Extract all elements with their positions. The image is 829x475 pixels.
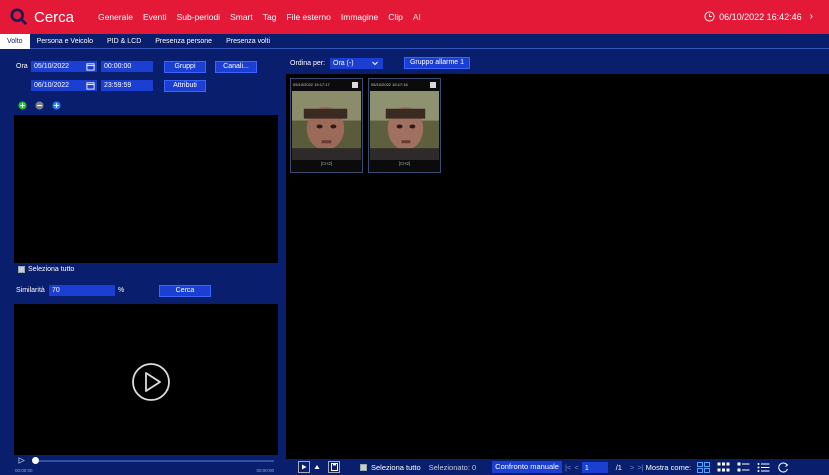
result-thumbnail[interactable]: 05/10/2022 15:17:16 [CH2] — [368, 78, 441, 173]
similarity-label: Similarità — [16, 287, 45, 294]
similarity-input[interactable]: 70 — [49, 285, 115, 296]
calendar-icon[interactable] — [86, 81, 95, 90]
results-footer: Seleziona tutto Selezionato: 0 Confronto… — [286, 459, 829, 475]
manual-compare-button[interactable]: Confronto manuale — [492, 461, 562, 473]
first-page-icon[interactable]: |< — [565, 463, 571, 472]
page-total: /1 — [615, 462, 622, 472]
sub-tabs: Volto Persona e Veicolo PID & LCD Presen… — [0, 33, 829, 49]
thumbnail-channel: [CH2] — [320, 161, 333, 166]
page-input[interactable]: 1 — [581, 461, 608, 473]
backup-button[interactable] — [328, 461, 340, 473]
results-grid: 05/10/2022 15:17:17 [CH2] 05/10/2022 15:… — [286, 74, 829, 459]
detail-list-icon[interactable] — [737, 462, 750, 473]
start-time-field[interactable]: 00:00:00 — [101, 61, 153, 72]
thumbnail-checkbox[interactable] — [352, 82, 358, 88]
ora-label: Ora — [16, 63, 28, 70]
alarm-group-button[interactable]: Gruppo allarme 1 — [404, 57, 470, 69]
more-icon[interactable]: › — [810, 11, 813, 22]
timeline-start: 00:00:00 — [15, 468, 33, 473]
thumbnail-checkbox[interactable] — [430, 82, 436, 88]
save-icon — [330, 463, 338, 471]
tab-presenza-persone[interactable]: Presenza persone — [148, 34, 219, 49]
caret-up-icon[interactable] — [314, 464, 320, 470]
grid-small-icon[interactable] — [717, 462, 730, 473]
selected-count: Selezionato: 0 — [428, 462, 477, 472]
menu-sub-periodi[interactable]: Sub-periodi — [177, 12, 220, 22]
import-icon[interactable] — [52, 101, 61, 110]
menu-generale[interactable]: Generale — [98, 12, 133, 22]
menu-immagine[interactable]: Immagine — [341, 12, 378, 22]
play-selected-button[interactable] — [298, 461, 310, 473]
menu-clip[interactable]: Clip — [388, 12, 403, 22]
select-all-label: Seleziona tutto — [28, 266, 75, 273]
face-library-area[interactable] — [14, 115, 278, 263]
play-icon[interactable] — [131, 362, 171, 402]
timeline-handle[interactable] — [32, 457, 39, 464]
datetime-display: 06/10/2022 16:42:46 › — [704, 11, 813, 22]
menu-file-esterno[interactable]: File esterno — [286, 12, 330, 22]
app-title: Cerca — [34, 8, 75, 26]
menu-eventi[interactable]: Eventi — [143, 12, 167, 22]
sort-value: Ora (-) — [333, 60, 354, 67]
sort-select[interactable]: Ora (-) — [330, 58, 383, 69]
face-library-actions — [18, 101, 61, 110]
refresh-icon[interactable] — [777, 462, 790, 473]
view-mode-icons — [697, 461, 790, 473]
add-icon[interactable] — [18, 101, 27, 110]
tab-pid-lcd[interactable]: PID & LCD — [100, 34, 148, 49]
last-page-icon[interactable]: >| — [637, 463, 643, 472]
thumbnail-channel: [CH2] — [398, 161, 411, 166]
menu-ai[interactable]: AI — [413, 12, 421, 22]
menu-tag[interactable]: Tag — [263, 12, 277, 22]
end-time-field[interactable]: 23:59:59 — [101, 80, 153, 91]
top-menu: Generale Eventi Sub-periodi Smart Tag Fi… — [98, 12, 431, 22]
canali-button[interactable]: Canali... — [215, 61, 257, 73]
similarity-unit: % — [118, 287, 125, 294]
top-bar: Cerca Generale Eventi Sub-periodi Smart … — [0, 0, 829, 34]
thumbnail-timestamp: 05/10/2022 15:17:17 — [293, 82, 330, 87]
playback-timeline: 00:00:00 00:00:00 — [14, 456, 278, 475]
tab-persona-veicolo[interactable]: Persona e Veicolo — [30, 34, 100, 49]
grid-large-icon[interactable] — [697, 461, 711, 473]
list-icon[interactable] — [757, 462, 770, 473]
play-small-icon[interactable] — [18, 457, 25, 464]
menu-smart[interactable]: Smart — [230, 12, 253, 22]
calendar-icon[interactable] — [86, 62, 95, 71]
show-as-label: Mostra come: — [645, 462, 692, 472]
clock-icon — [704, 11, 715, 22]
select-all-results-label: Seleziona tutto — [371, 462, 421, 472]
select-all-checkbox[interactable] — [18, 266, 25, 273]
thumbnail-timestamp: 05/10/2022 15:17:16 — [371, 82, 408, 87]
prev-page-icon[interactable]: < — [574, 463, 578, 472]
attributi-button[interactable]: Attributi — [164, 80, 206, 92]
play-icon — [302, 464, 307, 470]
search-button[interactable]: Cerca — [159, 285, 211, 297]
next-page-icon[interactable]: > — [630, 463, 634, 472]
tab-volto[interactable]: Volto — [0, 33, 30, 49]
timeline-end: 00:00:00 — [256, 468, 274, 473]
tab-presenza-volti[interactable]: Presenza volti — [219, 34, 277, 49]
sort-label: Ordina per: — [290, 60, 326, 67]
face-image — [370, 91, 439, 160]
datetime-text: 06/10/2022 16:42:46 — [719, 11, 802, 22]
delete-icon[interactable] — [35, 101, 44, 110]
chevron-down-icon — [372, 61, 378, 66]
result-thumbnail[interactable]: 05/10/2022 15:17:17 [CH2] — [290, 78, 363, 173]
search-icon — [10, 8, 28, 26]
select-all-results-checkbox[interactable] — [360, 463, 367, 471]
video-preview[interactable] — [14, 304, 278, 455]
app-logo: Cerca — [10, 8, 98, 26]
timeline-track[interactable] — [34, 460, 274, 462]
face-image — [292, 91, 361, 160]
gruppi-button[interactable]: Gruppi — [164, 61, 206, 73]
